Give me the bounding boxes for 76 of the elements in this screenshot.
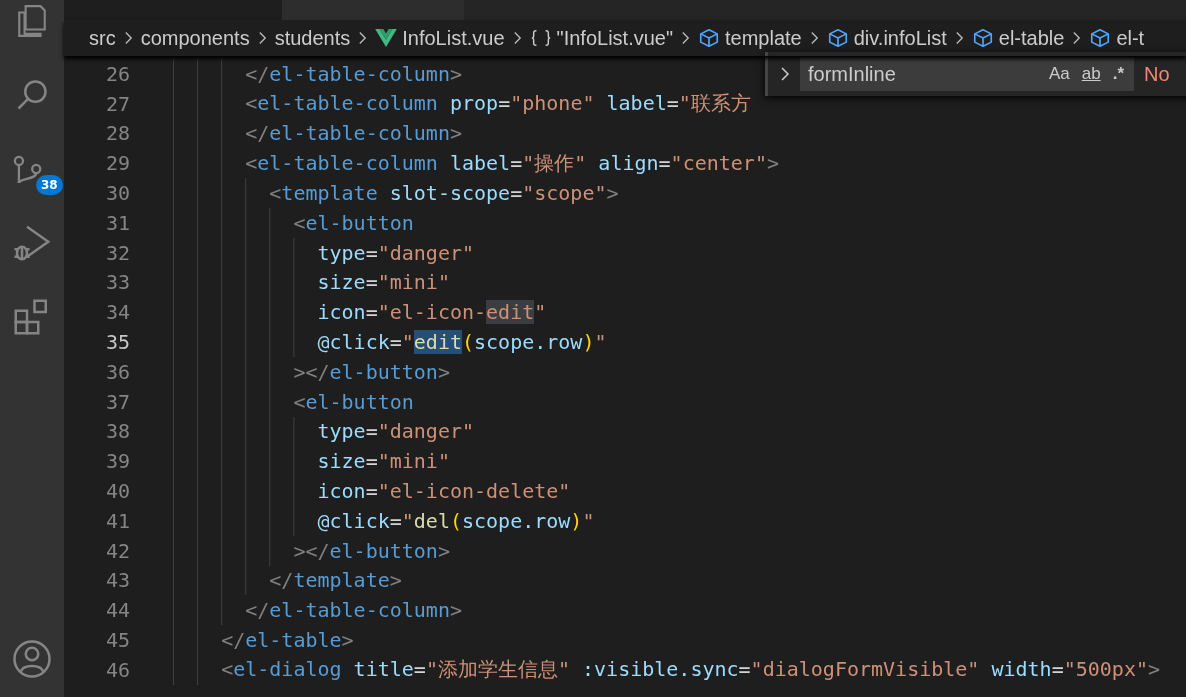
cube-icon	[698, 27, 721, 49]
line-number: 46	[104, 657, 130, 682]
chevron-right-icon	[123, 30, 133, 46]
line-number: 43	[104, 568, 130, 593]
find-option-toggle[interactable]: Aa	[1046, 64, 1072, 84]
chevron-right-icon	[954, 30, 964, 46]
breadcrumb-item[interactable]: div.infoList	[853, 26, 947, 50]
line-number: 33	[104, 270, 130, 295]
code-line: icon="el-icon-edit"	[317, 300, 547, 325]
find-option-toggle[interactable]: .*	[1110, 64, 1126, 84]
account-icon[interactable]	[12, 639, 52, 679]
breadcrumb-item[interactable]: InfoList.vue	[402, 26, 505, 50]
line-number: 40	[104, 479, 130, 504]
line-number: 41	[104, 508, 130, 533]
line-number: 37	[104, 389, 130, 414]
chevron-right-icon	[1072, 30, 1082, 46]
code-line: </template>	[269, 568, 402, 593]
breadcrumb-item[interactable]: students	[274, 26, 351, 50]
badge: 38	[36, 175, 63, 195]
code-line: <el-table-column prop="phone" label="联系方	[245, 90, 751, 118]
line-number: 38	[104, 419, 130, 444]
cube-icon	[971, 27, 994, 49]
cube-icon	[826, 27, 849, 49]
code-line: @click="del(scope.row)"	[317, 508, 595, 533]
chevron-right-icon	[358, 30, 368, 46]
code-line: type="danger"	[317, 419, 474, 444]
breadcrumb-item[interactable]: template	[725, 26, 802, 50]
code-line: </el-table-column>	[245, 61, 462, 86]
files-icon[interactable]	[15, 4, 49, 38]
code-line: <el-button	[293, 389, 414, 414]
line-number: 34	[104, 300, 130, 325]
line-number: 31	[104, 210, 130, 235]
line-number: 45	[104, 628, 130, 653]
chevron-right-icon	[809, 30, 819, 46]
code-line: <el-dialog title="添加学生信息" :visible.sync="dialogFormVisible" width="500px">	[221, 656, 1160, 684]
line-number: 35	[104, 330, 130, 355]
code-line: ></el-button>	[293, 359, 450, 384]
breadcrumb-item[interactable]: components	[140, 26, 250, 50]
code-line: </el-table-column>	[245, 121, 462, 146]
line-number: 26	[104, 61, 130, 86]
code-line: </el-table-column>	[245, 598, 462, 623]
breadcrumb-item[interactable]: el-table	[998, 26, 1065, 50]
code-line: <el-button	[293, 210, 414, 235]
find-option-toggle[interactable]: ab	[1079, 64, 1103, 84]
line-number: 42	[104, 538, 130, 563]
vue-logo-icon	[375, 29, 398, 47]
code-line: icon="el-icon-delete"	[317, 479, 571, 504]
code-line: </el-table>	[221, 628, 354, 653]
line-number: 30	[104, 181, 130, 206]
chevron-right-icon	[512, 30, 522, 46]
breadcrumb-item[interactable]: "InfoList.vue"	[556, 26, 674, 50]
breadcrumb-item[interactable]: src	[89, 26, 116, 50]
line-number: 28	[104, 121, 130, 146]
breadcrumb-item[interactable]: el-t	[1116, 26, 1145, 50]
braces-icon	[529, 28, 552, 48]
chevron-right-icon	[681, 30, 691, 46]
source-control-icon[interactable]	[12, 155, 42, 183]
chevron-right-icon	[257, 30, 267, 46]
cube-icon	[1089, 27, 1112, 49]
line-number: 32	[104, 240, 130, 265]
line-number: 39	[104, 449, 130, 474]
line-number: 36	[104, 359, 130, 384]
line-number: 27	[104, 91, 130, 116]
code-line: size="mini"	[317, 270, 450, 295]
code-line: <el-table-column label="操作" align="center">	[245, 149, 779, 177]
code-line: <template slot-scope="scope">	[269, 181, 619, 206]
code-line: type="danger"	[317, 240, 474, 265]
code-line: size="mini"	[317, 449, 450, 474]
find-input-field[interactable]: formInline Aa ab .*	[800, 57, 1134, 91]
code-line: ></el-button>	[293, 538, 450, 563]
line-number: 44	[104, 598, 130, 623]
code-line: @click="edit(scope.row)"	[317, 330, 607, 355]
chevron-right-icon[interactable]	[780, 65, 790, 83]
line-number: 29	[104, 151, 130, 176]
run-debug-icon[interactable]	[12, 223, 52, 263]
find-result: No	[1144, 62, 1170, 86]
